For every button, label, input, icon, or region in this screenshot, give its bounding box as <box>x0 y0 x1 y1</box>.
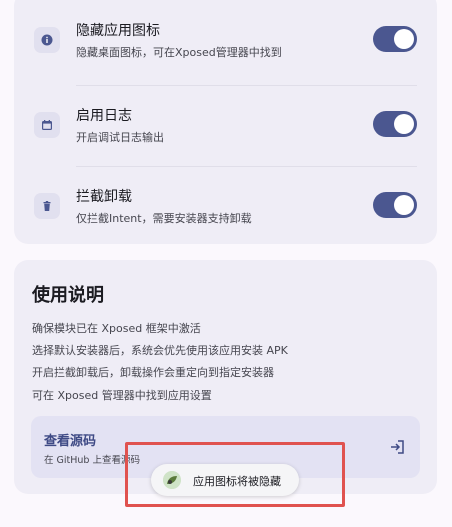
settings-card: 隐藏应用图标 隐藏桌面图标，可在Xposed管理器中找到 启用日志 开启调试日志… <box>14 0 437 244</box>
setting-row-logging[interactable]: 启用日志 开启调试日志输出 <box>14 85 437 165</box>
setting-subtitle: 隐藏桌面图标，可在Xposed管理器中找到 <box>76 46 282 59</box>
setting-title: 隐藏应用图标 <box>76 23 160 39</box>
setting-title: 拦截卸载 <box>76 189 132 205</box>
hide-icon-toggle[interactable] <box>373 26 417 52</box>
open-external-icon <box>391 440 404 454</box>
logging-toggle[interactable] <box>373 111 417 137</box>
intercept-uninstall-toggle[interactable] <box>373 192 417 218</box>
calendar-icon <box>34 112 60 138</box>
help-line: 可在 Xposed 管理器中找到应用设置 <box>32 389 212 402</box>
setting-row-hide-icon[interactable]: 隐藏应用图标 隐藏桌面图标，可在Xposed管理器中找到 <box>14 0 437 80</box>
info-icon <box>34 27 60 53</box>
help-title: 使用说明 <box>32 285 104 306</box>
source-title: 查看源码 <box>44 434 97 449</box>
toggle-knob <box>394 29 414 49</box>
setting-subtitle: 仅拦截Intent，需要安装器支持卸载 <box>76 212 252 225</box>
trash-icon <box>34 193 60 219</box>
help-line: 选择默认安装器后，系统会优先使用该应用安装 APK <box>32 344 288 357</box>
help-line: 开启拦截卸载后，卸载操作会重定向到指定安装器 <box>32 366 274 379</box>
setting-row-intercept-uninstall[interactable]: 拦截卸载 仅拦截Intent，需要安装器支持卸载 <box>14 166 437 246</box>
setting-subtitle: 开启调试日志输出 <box>76 131 164 144</box>
setting-title: 启用日志 <box>76 108 132 124</box>
highlight-box <box>125 442 345 507</box>
help-line: 确保模块已在 Xposed 框架中激活 <box>32 322 201 335</box>
toggle-knob <box>394 114 414 134</box>
toggle-knob <box>394 195 414 215</box>
